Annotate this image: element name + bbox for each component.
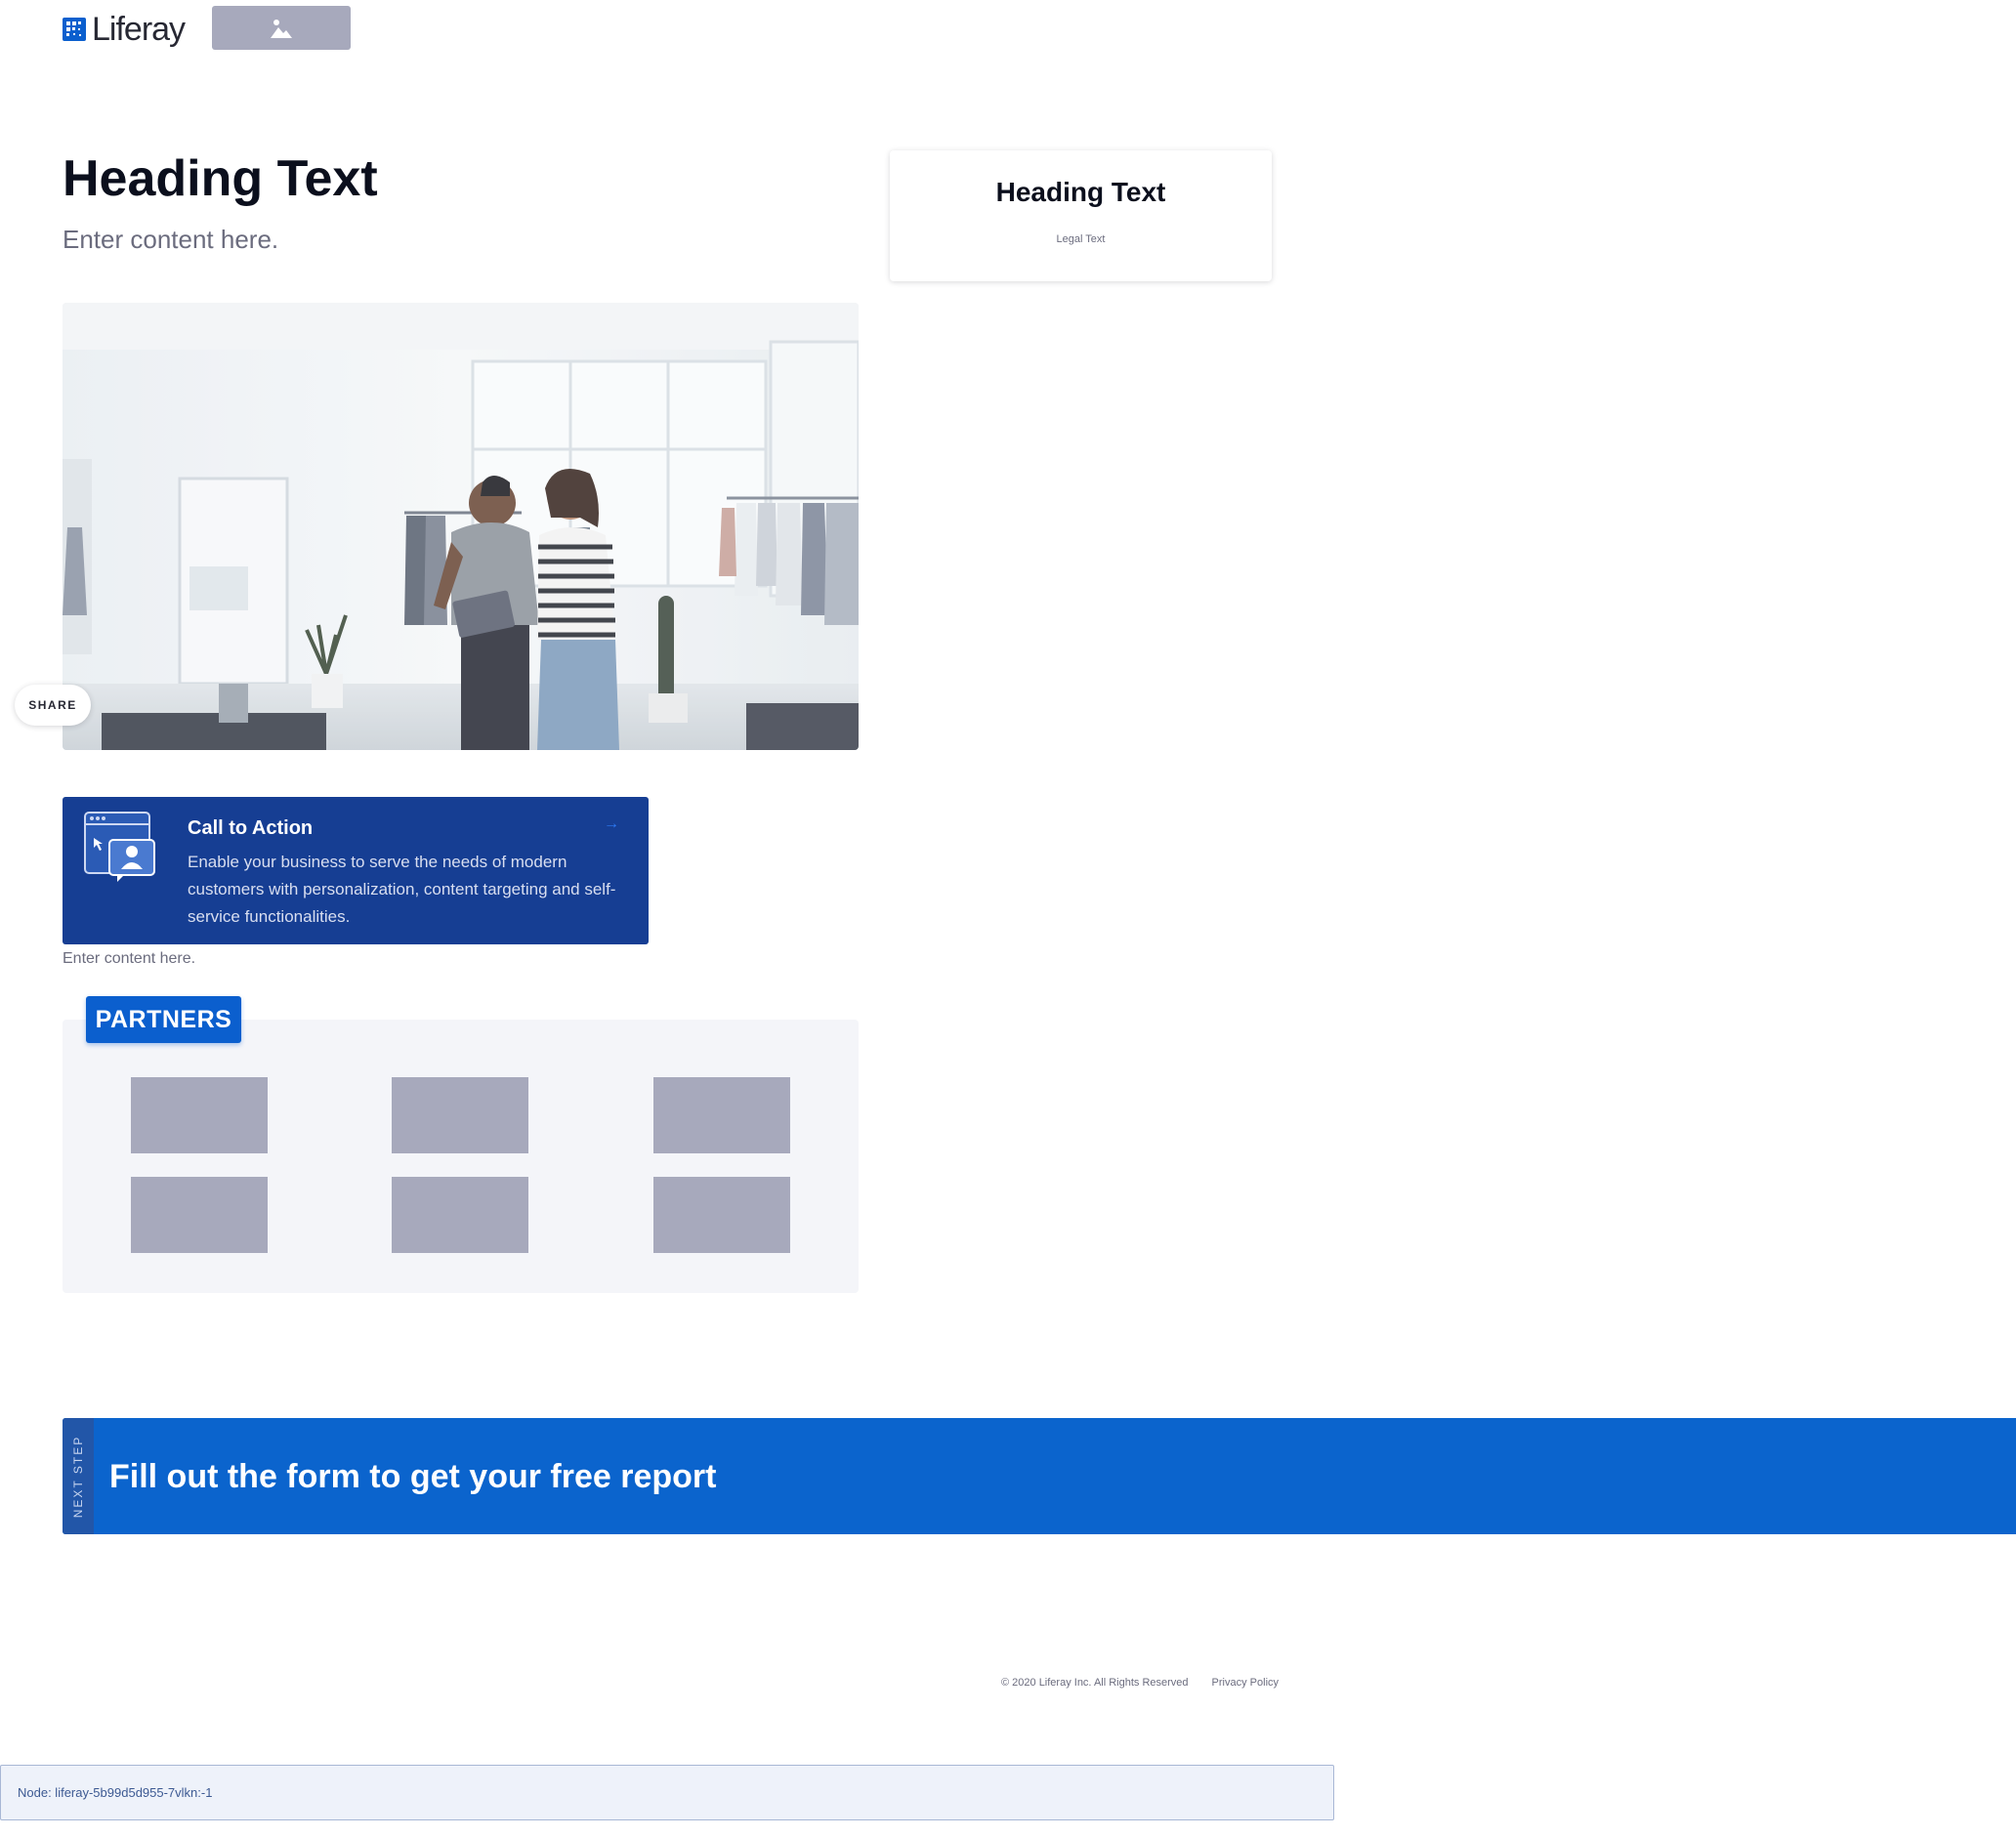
share-button[interactable]: SHARE <box>15 685 91 726</box>
cta-title: Call to Action <box>188 817 314 839</box>
header-image-placeholder[interactable] <box>212 6 351 50</box>
user-window-illustration <box>84 812 155 882</box>
node-info-bar: Node: liferay-5b99d5d955-7vlkn:-1 <box>0 1765 1334 1820</box>
liferay-logo-icon <box>63 18 86 41</box>
partner-logo[interactable] <box>131 1177 268 1253</box>
store-photo-illustration <box>63 303 859 750</box>
call-to-action-card[interactable]: Call to Action → Enable your business to… <box>63 797 649 944</box>
partners-panel <box>63 1020 859 1293</box>
partner-logo[interactable] <box>392 1077 528 1153</box>
card-heading: Heading Text <box>995 177 1166 207</box>
card-legal-text: Legal Text <box>1056 233 1106 245</box>
page-intro-text: Enter content here. <box>63 225 279 254</box>
footer: © 2020 Liferay Inc. All Rights Reserved … <box>1001 1675 1279 1691</box>
heading-card: Heading Text Legal Text <box>890 150 1272 281</box>
next-step-label: NEXT STEP <box>71 1435 85 1518</box>
partner-logo[interactable] <box>653 1177 790 1253</box>
partner-logo[interactable] <box>653 1077 790 1153</box>
arrow-right-icon[interactable]: → <box>604 814 619 834</box>
next-step-banner[interactable]: NEXT STEP Fill out the form to get your … <box>63 1418 2016 1534</box>
page-heading: Heading Text <box>63 150 378 207</box>
body-text: Enter content here. <box>63 950 196 967</box>
copyright-text: © 2020 Liferay Inc. All Rights Reserved <box>1001 1677 1189 1689</box>
partner-logo[interactable] <box>392 1177 528 1253</box>
banner-title: Fill out the form to get your free repor… <box>109 1458 717 1495</box>
cta-description: Enable your business to serve the needs … <box>188 853 616 926</box>
page: Liferay Heading Text Enter content here.… <box>0 0 2016 1837</box>
banner-side-tab: NEXT STEP <box>63 1418 94 1534</box>
privacy-policy-link[interactable]: Privacy Policy <box>1212 1675 1279 1691</box>
partners-badge: PARTNERS <box>86 996 241 1043</box>
logo-text: Liferay <box>92 11 186 48</box>
partner-logo[interactable] <box>131 1077 268 1153</box>
site-logo[interactable]: Liferay <box>63 11 186 48</box>
image-icon <box>271 19 292 38</box>
node-text: Node: liferay-5b99d5d955-7vlkn:-1 <box>18 1785 213 1800</box>
hero-image <box>63 303 859 750</box>
